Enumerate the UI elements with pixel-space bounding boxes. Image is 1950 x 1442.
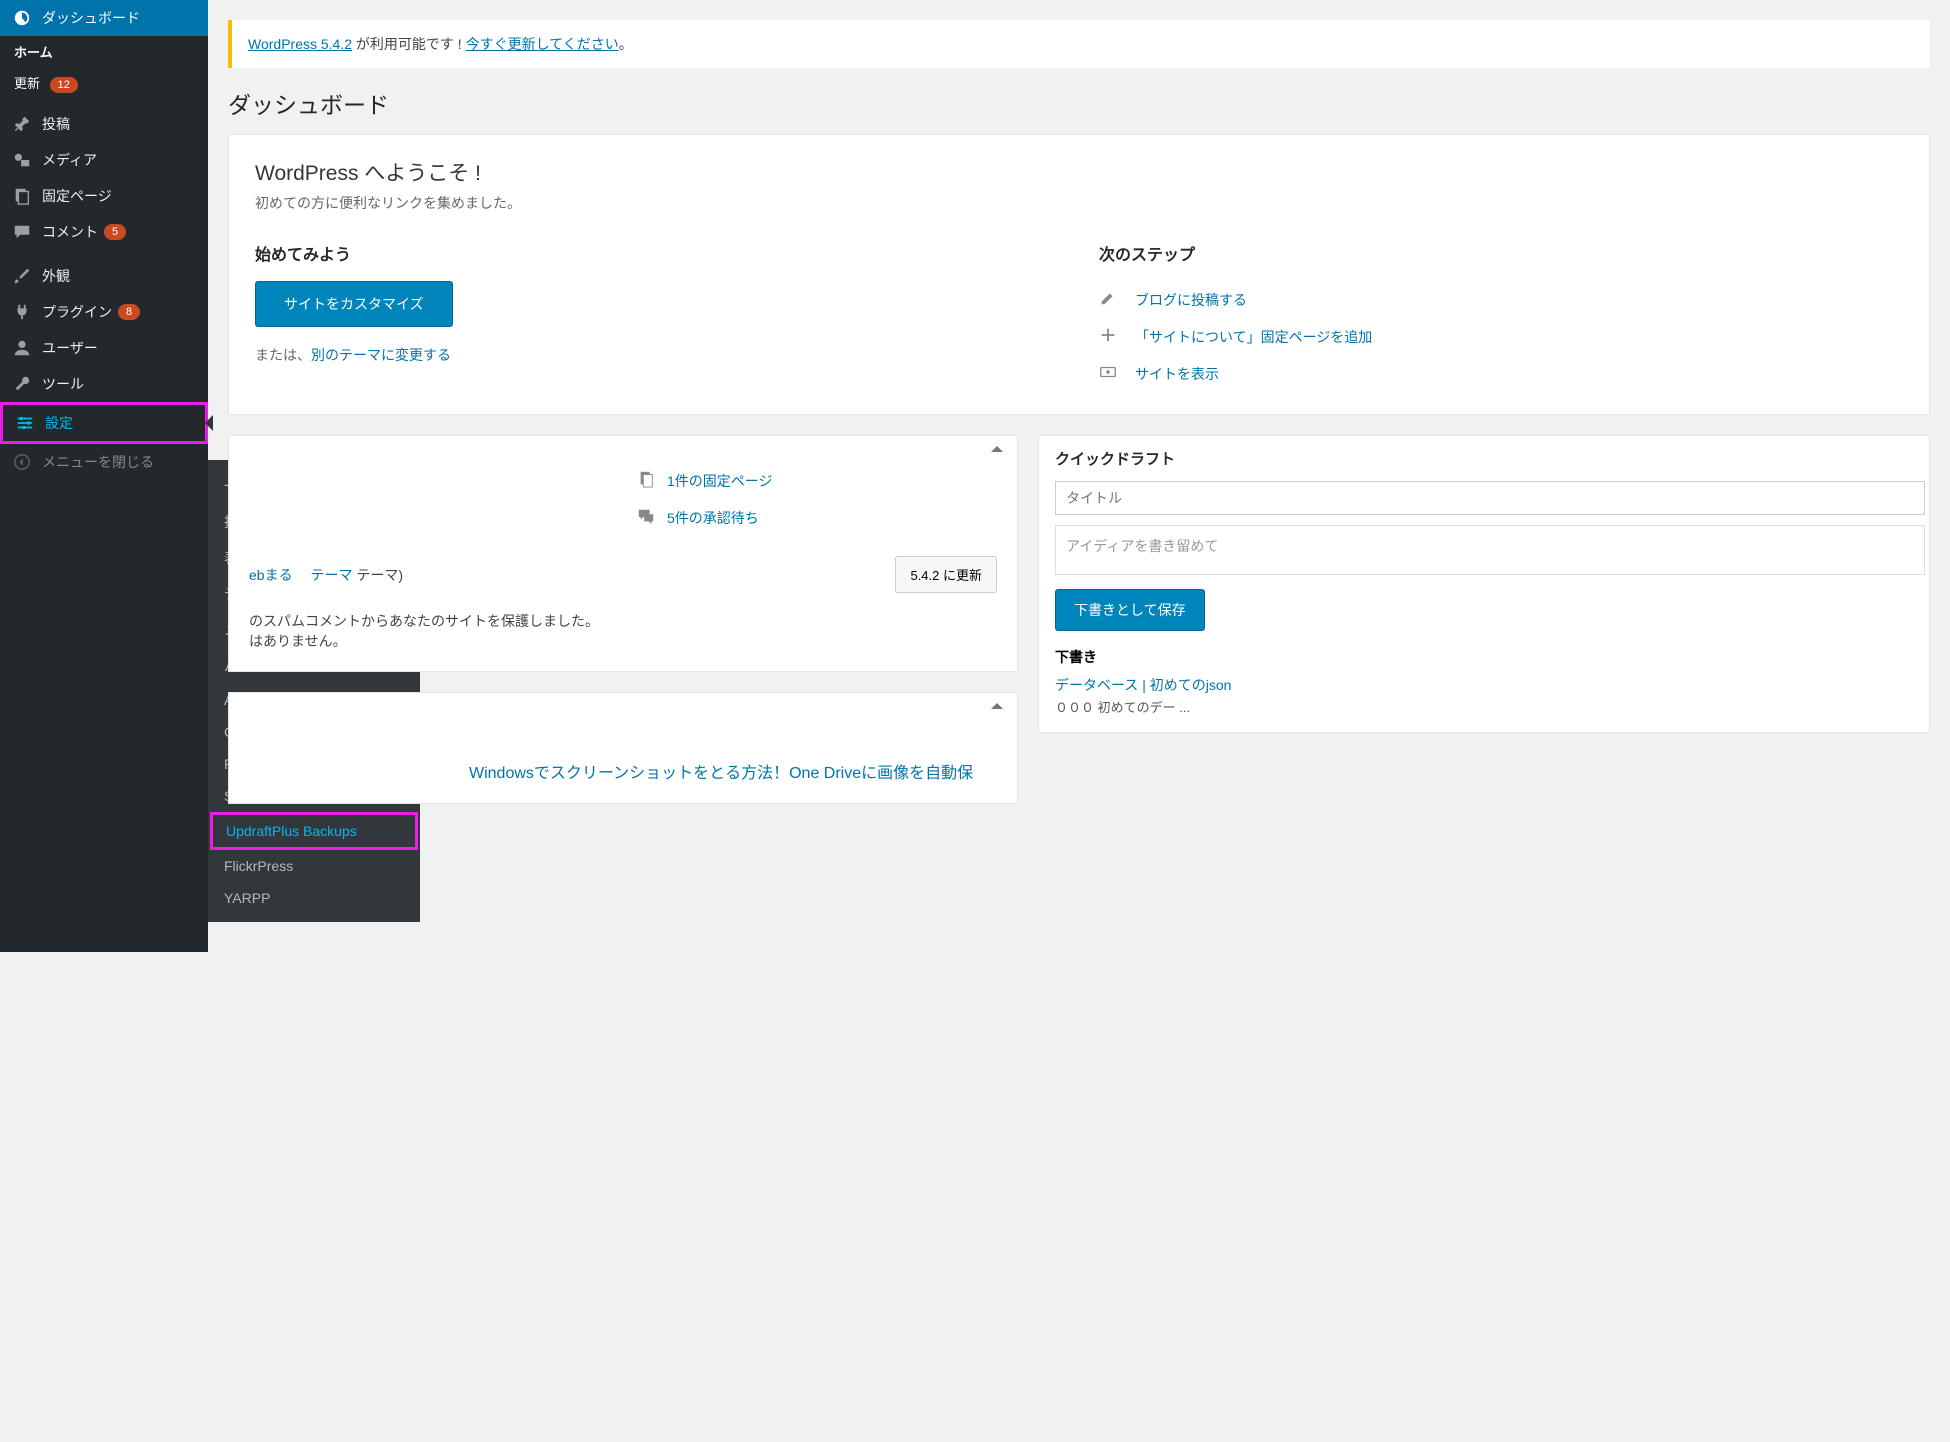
- update-wp-button[interactable]: 5.4.2 に更新: [895, 556, 997, 593]
- sidebar-item-dashboard[interactable]: ダッシュボード: [0, 0, 208, 36]
- draft-title-input[interactable]: [1055, 481, 1925, 515]
- step-label: ブログに投稿する: [1135, 290, 1247, 310]
- start-heading: 始めてみよう: [255, 241, 1059, 265]
- chat-icon: [637, 507, 657, 528]
- comment-icon: [12, 222, 32, 242]
- drafts-heading: 下書き: [1055, 647, 1913, 667]
- media-icon: [12, 150, 32, 170]
- sidebar-label: メディア: [42, 150, 97, 170]
- sidebar-item-posts[interactable]: 投稿: [0, 106, 208, 142]
- sidebar-subitem-home[interactable]: ホーム: [0, 36, 208, 67]
- pending-comments-link[interactable]: 5件の承認待ち: [667, 508, 759, 528]
- overview-panel: 1件の固定ページ 5件の承認待ち ebまる テーマ テーマ): [228, 435, 1018, 672]
- welcome-col-start: 始めてみよう サイトをカスタマイズ または、別のテーマに変更する: [255, 241, 1059, 392]
- page-icon: [12, 186, 32, 206]
- update-notice: WordPress 5.4.2 が利用可能です ! 今すぐ更新してください。: [228, 20, 1930, 68]
- page-icon: [637, 470, 657, 491]
- sidebar-label: ユーザー: [42, 338, 98, 358]
- sidebar-label: 設定: [45, 413, 73, 433]
- page-title: ダッシュボード: [228, 68, 1930, 134]
- user-icon: [12, 338, 32, 358]
- customize-button[interactable]: サイトをカスタマイズ: [255, 281, 453, 327]
- menu-separator: [0, 250, 208, 258]
- recent-drafts: 下書き データベース | 初めてのjson ０００ 初めてのデー ...: [1039, 631, 1929, 732]
- spam-line-2: はありません。: [249, 631, 997, 651]
- sidebar-item-pages[interactable]: 固定ページ: [0, 178, 208, 214]
- theme-link[interactable]: テーマ: [310, 567, 352, 583]
- draft-excerpt: ０００ 初めてのデー ...: [1055, 697, 1913, 716]
- step-add-page[interactable]: 「サイトについて」固定ページを追加: [1099, 318, 1903, 355]
- sidebar-label: プラグイン: [42, 302, 112, 322]
- change-theme-link[interactable]: 別のテーマに変更する: [311, 347, 451, 363]
- notice-tail: 。: [619, 36, 633, 52]
- draft-link-1a[interactable]: データベース: [1055, 677, 1138, 693]
- step-write-post[interactable]: ブログに投稿する: [1099, 281, 1903, 318]
- collapse-icon: [12, 452, 32, 472]
- panel-toggle[interactable]: [991, 703, 1003, 709]
- dashboard-icon: [12, 8, 32, 28]
- step-label: サイトを表示: [1135, 364, 1219, 384]
- draft-link-1b[interactable]: 初めてのjson: [1150, 677, 1232, 693]
- sidebar-label: ツール: [42, 374, 84, 394]
- sliders-icon: [15, 413, 35, 433]
- wrench-icon: [12, 374, 32, 394]
- sidebar-item-comments[interactable]: コメント 5: [0, 214, 208, 250]
- sidebar-label: コメント: [42, 222, 98, 242]
- sidebar-item-appearance[interactable]: 外観: [0, 258, 208, 294]
- sidebar-item-tools[interactable]: ツール: [0, 366, 208, 402]
- admin-sidebar: ダッシュボード ホーム 更新 12 投稿 メディア 固定ページ コメント 5 外…: [0, 0, 208, 952]
- theme-tail: テーマ): [352, 567, 403, 583]
- or-prefix: または、: [255, 347, 311, 363]
- eye-icon: [1099, 363, 1123, 384]
- comments-badge: 5: [104, 224, 126, 240]
- wp-version-link[interactable]: WordPress 5.4.2: [248, 36, 352, 52]
- sidebar-item-collapse[interactable]: メニューを閉じる: [0, 444, 208, 480]
- brush-icon: [12, 266, 32, 286]
- update-now-link[interactable]: 今すぐ更新してください: [466, 36, 619, 52]
- updates-label: 更新: [14, 76, 40, 91]
- sidebar-item-settings[interactable]: 設定: [3, 405, 205, 441]
- pages-count-link[interactable]: 1件の固定ページ: [667, 471, 773, 491]
- pencil-icon: [1099, 289, 1123, 310]
- sidebar-label: 固定ページ: [42, 186, 112, 206]
- activity-link[interactable]: Windowsでスクリーンショットをとる方法！One Driveに画像を自動保: [469, 759, 997, 783]
- step-label: 「サイトについて」固定ページを追加: [1135, 327, 1372, 347]
- sidebar-label: 投稿: [42, 114, 70, 134]
- sidebar-item-users[interactable]: ユーザー: [0, 330, 208, 366]
- theme-frag: ebまる: [249, 567, 307, 583]
- sidebar-label: 外観: [42, 266, 70, 286]
- plus-icon: [1099, 326, 1123, 347]
- welcome-panel: WordPress へようこそ ! 初めての方に便利なリンクを集めました。 始め…: [228, 134, 1930, 415]
- step-view-site[interactable]: サイトを表示: [1099, 355, 1903, 392]
- updates-badge: 12: [50, 77, 78, 93]
- quick-draft-heading: クイックドラフト: [1039, 436, 1929, 481]
- sidebar-item-plugins[interactable]: プラグイン 8: [0, 294, 208, 330]
- highlight-settings: 設定: [0, 402, 208, 444]
- main-content: WordPress 5.4.2 が利用可能です ! 今すぐ更新してください。 ダ…: [208, 0, 1950, 952]
- theme-info: ebまる テーマ テーマ): [249, 565, 403, 585]
- welcome-subtitle: 初めての方に便利なリンクを集めました。: [255, 193, 1903, 213]
- activity-panel: Windowsでスクリーンショットをとる方法！One Driveに画像を自動保: [228, 692, 1018, 804]
- pin-icon: [12, 114, 32, 134]
- quick-draft-panel: クイックドラフト アイディアを書き留めて 下書きとして保存 下書き データベース…: [1038, 435, 1930, 733]
- panel-toggle[interactable]: [991, 446, 1003, 452]
- next-heading: 次のステップ: [1099, 241, 1903, 265]
- sidebar-item-media[interactable]: メディア: [0, 142, 208, 178]
- or-text: または、別のテーマに変更する: [255, 345, 1059, 365]
- sidebar-subitem-updates[interactable]: 更新 12: [0, 67, 208, 98]
- welcome-col-next: 次のステップ ブログに投稿する 「サイトについて」固定ページを追加 サイトを表示: [1099, 241, 1903, 392]
- notice-text: が利用可能です !: [352, 36, 466, 52]
- plug-icon: [12, 302, 32, 322]
- plugins-badge: 8: [118, 304, 140, 320]
- spam-line-1: のスパムコメントからあなたのサイトを保護しました。: [249, 611, 997, 631]
- save-draft-button[interactable]: 下書きとして保存: [1055, 589, 1205, 631]
- sidebar-label: メニューを閉じる: [42, 452, 154, 472]
- welcome-heading: WordPress へようこそ !: [255, 157, 1903, 187]
- sidebar-label: ダッシュボード: [42, 8, 140, 28]
- draft-content-input[interactable]: アイディアを書き留めて: [1055, 525, 1925, 575]
- menu-separator: [0, 98, 208, 106]
